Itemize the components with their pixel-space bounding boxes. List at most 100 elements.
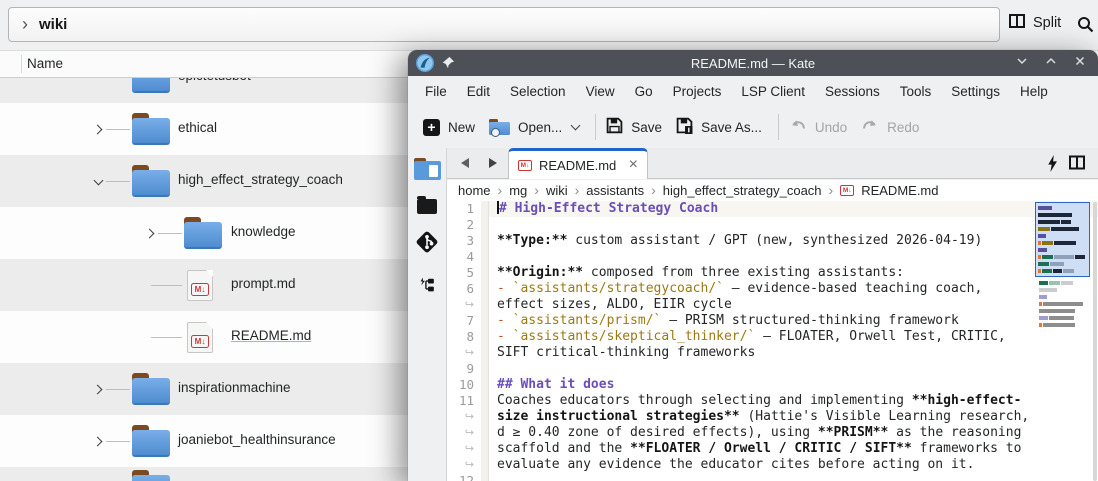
git-sidebar-icon[interactable] [414, 229, 440, 260]
scrollbar-track[interactable] [1093, 202, 1097, 481]
file-label[interactable]: ethical [178, 120, 217, 135]
expander-collapsed-icon[interactable] [92, 123, 105, 136]
line-number: 1 [447, 201, 481, 217]
code-text: - `assistants/prism/` — PRISM structured… [489, 313, 1098, 329]
menu-lsp-client[interactable]: LSP Client [731, 84, 815, 99]
editor-line[interactable]: 10## What it does [447, 377, 1098, 393]
open-button[interactable]: Open... [489, 119, 579, 135]
split-view-icon[interactable] [1069, 155, 1085, 170]
folding-gutter [481, 233, 489, 249]
menu-tools[interactable]: Tools [890, 84, 942, 99]
split-button[interactable]: Split [1009, 14, 1061, 32]
minimize-icon[interactable] [1016, 54, 1028, 72]
editor-line[interactable]: 9 [447, 361, 1098, 377]
breadcrumb-item-mg[interactable]: mg [509, 183, 527, 198]
redo-button[interactable]: Redo [861, 118, 919, 137]
tab-back-icon[interactable] [461, 158, 469, 168]
tree-connector [106, 389, 130, 390]
save-button[interactable]: Save [606, 117, 662, 137]
folding-gutter [481, 377, 489, 393]
editor-line[interactable]: ↪evaluate any evidence the educator cite… [447, 457, 1098, 473]
breadcrumb-item-high_effect_strategy_coach[interactable]: high_effect_strategy_coach [663, 183, 822, 198]
breadcrumb-item-home[interactable]: home [458, 183, 491, 198]
menu-help[interactable]: Help [1010, 84, 1058, 99]
tab-readme[interactable]: M↓ README.md × [508, 148, 648, 179]
file-label[interactable]: knowledge [231, 224, 296, 239]
file-label[interactable]: README.md [231, 328, 311, 343]
menu-selection[interactable]: Selection [500, 84, 576, 99]
editor-line[interactable]: 6- `assistants/strategycoach/` — evidenc… [447, 281, 1098, 297]
close-icon[interactable] [1074, 54, 1086, 72]
breadcrumb-item-assistants[interactable]: assistants [586, 183, 644, 198]
menu-edit[interactable]: Edit [457, 84, 500, 99]
editor-line[interactable]: 7 - `assistants/prism/` — PRISM structure… [447, 313, 1098, 329]
expander-collapsed-icon[interactable] [144, 227, 157, 240]
folding-gutter [481, 441, 489, 457]
tree-connector [106, 129, 130, 130]
name-column-header[interactable]: Name [27, 56, 63, 71]
tab-forward-icon[interactable] [489, 158, 497, 168]
menu-settings[interactable]: Settings [941, 84, 1010, 99]
wrap-marker-icon: ↪ [447, 345, 481, 361]
line-number: 7 [447, 313, 481, 329]
menu-view[interactable]: View [576, 84, 625, 99]
search-icon[interactable] [1077, 16, 1094, 38]
folding-gutter [481, 393, 489, 409]
breadcrumb-item-README.md[interactable]: README.md [861, 183, 938, 198]
code-text: **Type:** custom assistant / GPT (new, s… [489, 233, 1098, 249]
editor-line[interactable]: 4 [447, 249, 1098, 265]
editor-line[interactable]: ↪size instructional strategies** (Hattie… [447, 409, 1098, 425]
editor-line[interactable]: ↪effect sizes, ALDO, EIIR cycle [447, 297, 1098, 313]
tree-connector [151, 285, 182, 286]
expander-collapsed-icon[interactable] [92, 435, 105, 448]
editor-line[interactable]: 2 [447, 217, 1098, 233]
file-label[interactable]: epictetusbot [178, 78, 251, 83]
save-as-button[interactable]: Save As... [676, 117, 762, 137]
undo-button[interactable]: Undo [789, 118, 847, 137]
file-label[interactable]: inspirationmachine [178, 380, 291, 395]
file-label[interactable]: high_effect_strategy_coach [178, 172, 343, 187]
lsp-symbols-sidebar-icon[interactable] [418, 275, 437, 299]
markdown-file-icon: M↓ [187, 270, 213, 301]
documents-sidebar-icon[interactable] [414, 158, 441, 180]
editor-line[interactable]: ↪SIFT critical-thinking frameworks [447, 345, 1098, 361]
desktop: › wiki Split Name epictetusbot ethical hig… [0, 0, 1098, 481]
expander-collapsed-icon[interactable] [92, 383, 105, 396]
editor-line[interactable]: 8- `assistants/skeptical_thinker/` — FLO… [447, 329, 1098, 345]
new-document-icon: + [423, 119, 440, 136]
editor-line[interactable]: ↪d ≥ 0.40 zone of desired effects), usin… [447, 425, 1098, 441]
minimap-viewport[interactable] [1035, 202, 1090, 277]
editor-line[interactable]: 3**Type:** custom assistant / GPT (new, … [447, 233, 1098, 249]
editor-line[interactable]: 1 # High-Effect Strategy Coach [447, 201, 1098, 217]
editor-line[interactable]: 5**Origin:** composed from three existin… [447, 265, 1098, 281]
filesystem-sidebar-icon[interactable] [417, 199, 437, 214]
open-dropdown-icon[interactable] [571, 120, 581, 130]
editor-line[interactable]: 12 [447, 473, 1098, 481]
location-bar[interactable]: › wiki [8, 7, 1000, 42]
expander-expanded-icon[interactable] [92, 175, 105, 188]
menu-go[interactable]: Go [625, 84, 663, 99]
tab-close-icon[interactable]: × [629, 157, 638, 173]
breadcrumb-separator-icon: › [575, 182, 580, 198]
file-label[interactable]: prompt.md [231, 276, 296, 291]
pin-icon[interactable] [442, 56, 455, 74]
minimap-scrollbar[interactable] [1035, 202, 1090, 331]
editor-line[interactable]: ↪scaffold and the **FLOATER / Orwell / C… [447, 441, 1098, 457]
editor[interactable]: 1 # High-Effect Strategy Coach23**Type:**… [447, 201, 1098, 481]
code-text: # High-Effect Strategy Coach [489, 201, 1098, 217]
kate-titlebar[interactable]: README.md — Kate [408, 50, 1098, 76]
wrap-marker-icon: ↪ [447, 425, 481, 441]
breadcrumb[interactable]: wiki [39, 16, 67, 33]
wrap-marker-icon: ↪ [447, 297, 481, 313]
editor-line[interactable]: 11Coaches educators through selecting an… [447, 393, 1098, 409]
menu-file[interactable]: File [415, 84, 457, 99]
breadcrumb-item-wiki[interactable]: wiki [546, 183, 568, 198]
maximize-icon[interactable] [1045, 54, 1057, 72]
tree-connector [106, 181, 130, 182]
file-label[interactable]: joaniebot_healthinsurance [178, 432, 336, 447]
menu-projects[interactable]: Projects [663, 84, 732, 99]
menu-sessions[interactable]: Sessions [815, 84, 890, 99]
quick-open-icon[interactable] [1047, 155, 1058, 172]
new-button[interactable]: + New [423, 119, 475, 136]
tab-bar: M↓ README.md × [447, 148, 1098, 179]
